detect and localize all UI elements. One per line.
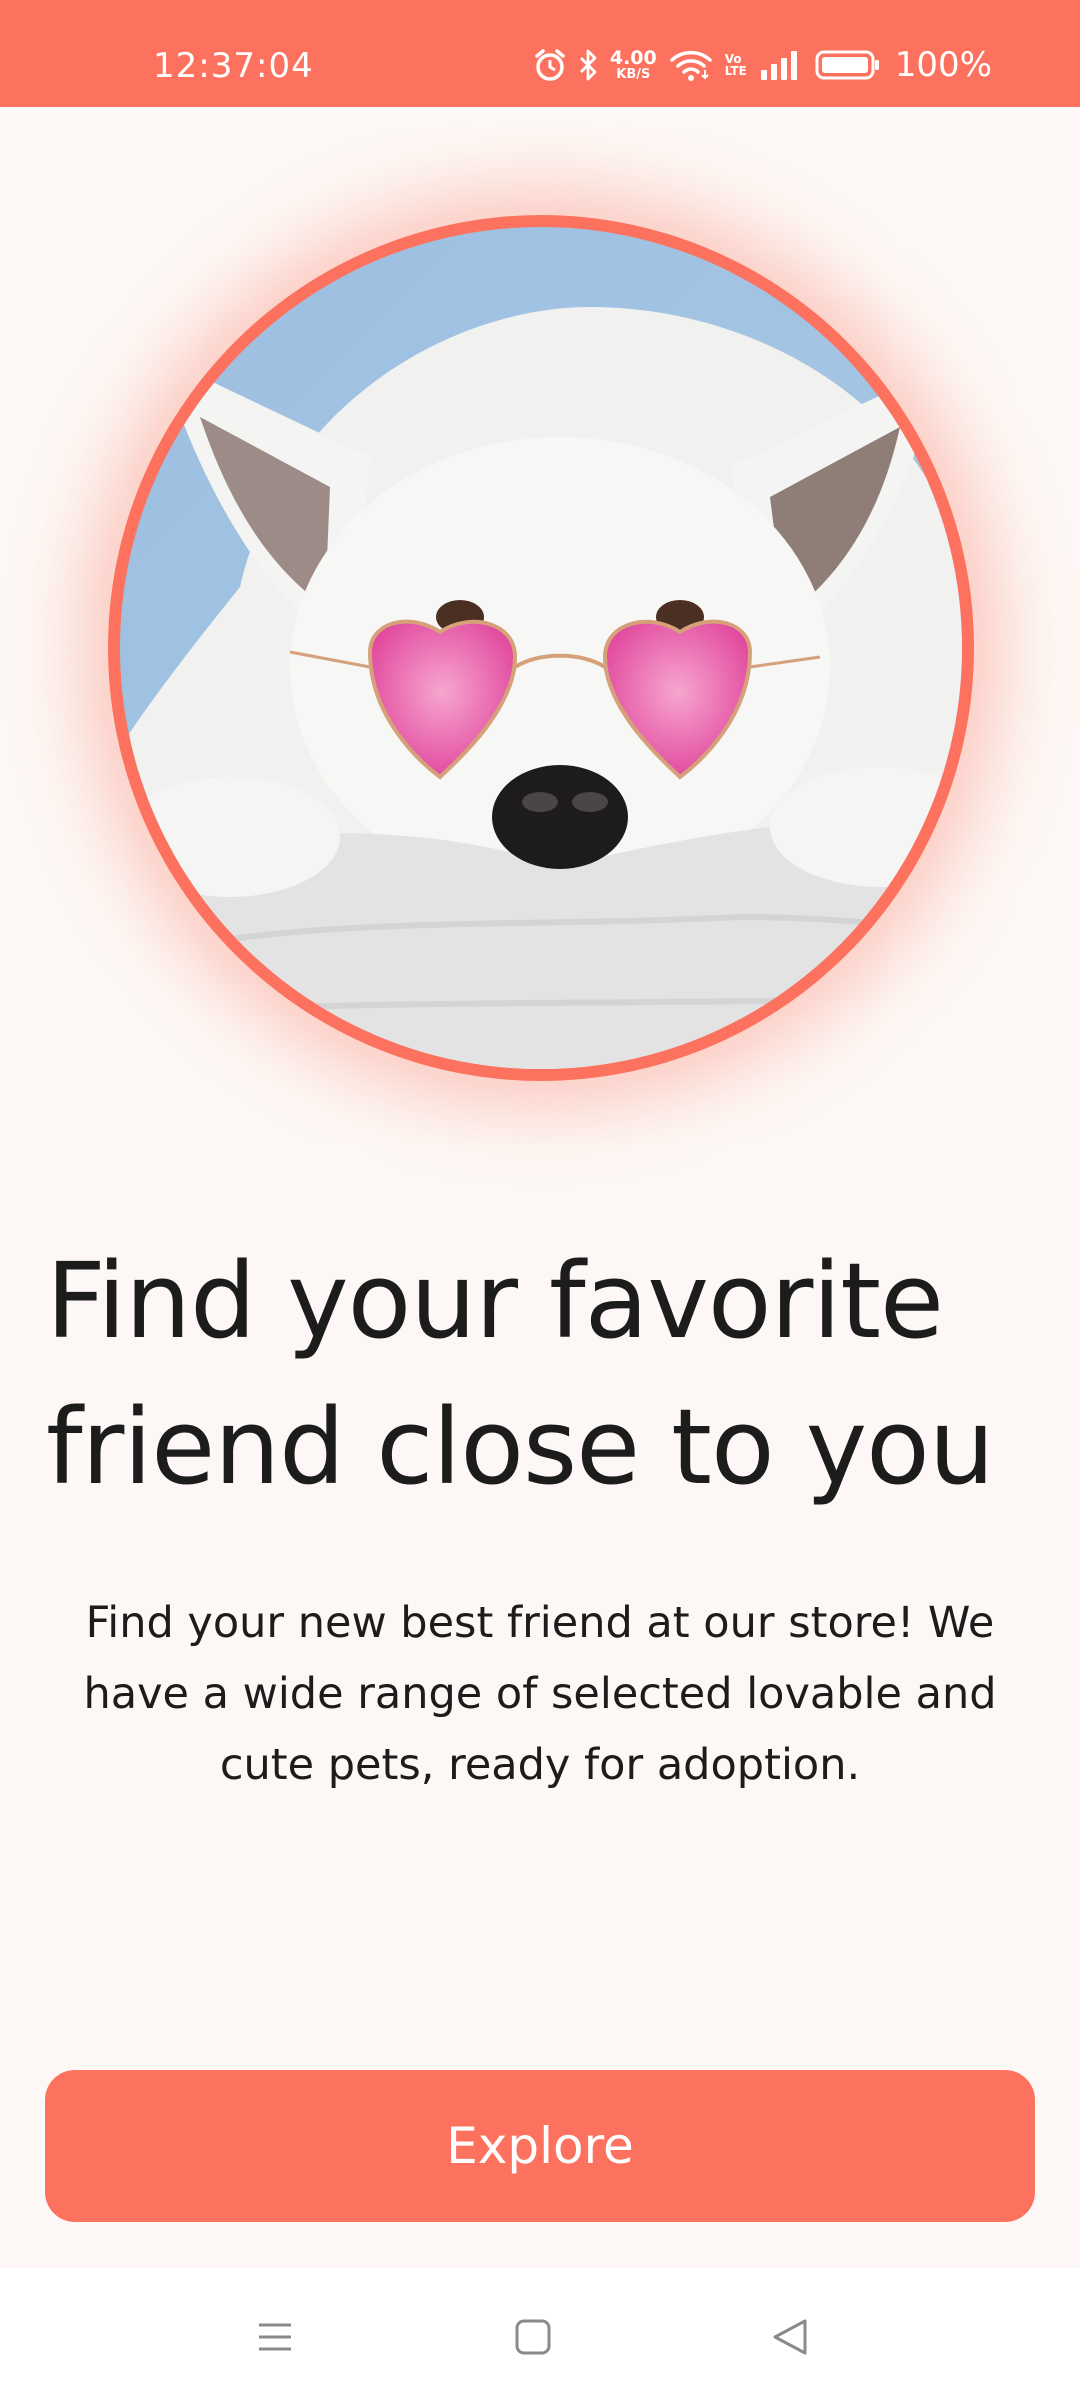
system-nav-bar [0, 2268, 1080, 2400]
hero-dog-photo [120, 227, 962, 1069]
explore-button[interactable]: Explore [45, 2070, 1035, 2222]
menu-icon[interactable] [250, 2312, 300, 2362]
status-time: 12:37:04 [153, 46, 314, 86]
page-title: Find your favorite friend close to you [46, 1228, 1026, 1520]
home-icon[interactable] [508, 2312, 558, 2362]
signal-icon [759, 48, 803, 82]
back-icon[interactable] [766, 2312, 816, 2362]
wifi-icon [669, 48, 713, 82]
network-speed-unit: KB/S [616, 67, 651, 82]
battery-percent: 100% [894, 45, 992, 85]
network-speed: 4.00 KB/S [609, 47, 657, 82]
alarm-icon [534, 48, 566, 82]
network-speed-value: 4.00 [609, 47, 657, 69]
battery-icon [815, 48, 881, 82]
page-description: Find your new best friend at our store! … [83, 1598, 997, 1790]
status-bar: 12:37:04 4.00 KB/S Vo LTE 100% [0, 0, 1080, 107]
hero-image-frame [108, 215, 974, 1081]
bluetooth-icon [578, 48, 598, 82]
page-title-line1: Find your favorite [46, 1240, 944, 1362]
volte-indicator: Vo LTE [725, 53, 747, 77]
status-icons: 4.00 KB/S Vo LTE 100% [534, 44, 992, 86]
page-title-line2: friend close to you [46, 1386, 995, 1508]
volte-bottom: LTE [724, 64, 747, 78]
